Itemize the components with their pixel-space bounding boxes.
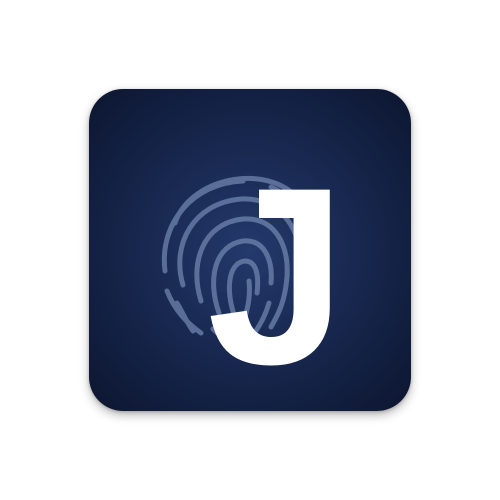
page: J [0,0,500,500]
letter-j-text: J [207,136,347,411]
letter-j: J [207,136,347,411]
app-icon: J [89,89,411,411]
